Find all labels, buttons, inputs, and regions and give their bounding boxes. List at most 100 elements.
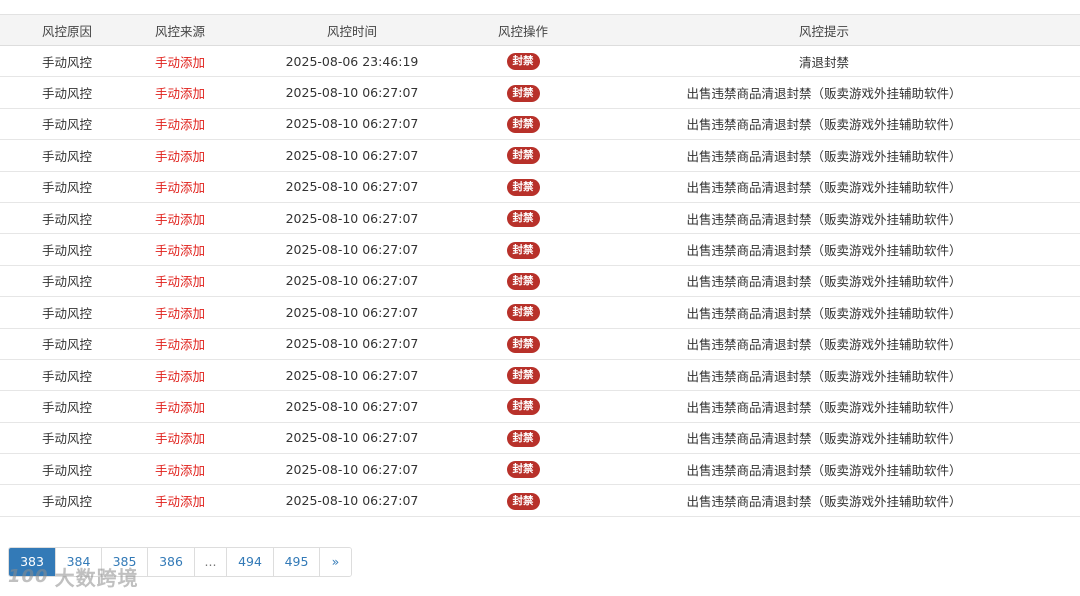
table-row: 手动风控 手动添加 2025-08-10 06:27:07 封禁 出售违禁商品清退封禁（… bbox=[0, 359, 1080, 392]
cell-time: 2025-08-10 06:27:07 bbox=[226, 265, 478, 298]
watermark-text: 大数跨境 bbox=[54, 566, 139, 590]
cell-source: 手动添加 bbox=[134, 265, 226, 298]
pagination-ellipsis: ... bbox=[194, 548, 226, 576]
cell-action: 封禁 bbox=[478, 76, 568, 109]
cell-reason: 手动风控 bbox=[0, 45, 134, 78]
cell-reason: 手动风控 bbox=[0, 233, 134, 266]
cell-hint: 出售违禁商品清退封禁（贩卖游戏外挂辅助软件） bbox=[568, 422, 1080, 455]
cell-reason: 手动风控 bbox=[0, 202, 134, 235]
ban-badge[interactable]: 封禁 bbox=[506, 147, 540, 165]
cell-action: 封禁 bbox=[478, 108, 568, 141]
cell-time: 2025-08-10 06:27:07 bbox=[226, 484, 478, 517]
table-header-row: 风控原因 风控来源 风控时间 风控操作 风控提示 bbox=[0, 14, 1080, 46]
cell-action: 封禁 bbox=[478, 171, 568, 203]
cell-source: 手动添加 bbox=[134, 76, 226, 109]
cell-source: 手动添加 bbox=[134, 390, 226, 423]
cell-time: 2025-08-10 06:27:07 bbox=[226, 453, 478, 486]
ban-badge[interactable]: 封禁 bbox=[506, 178, 540, 196]
cell-time: 2025-08-10 06:27:07 bbox=[226, 390, 478, 423]
header-reason: 风控原因 bbox=[0, 14, 134, 46]
table-row: 手动风控 手动添加 2025-08-06 23:46:19 封禁 清退封禁 bbox=[0, 45, 1080, 78]
cell-action: 封禁 bbox=[478, 45, 568, 78]
table-row: 手动风控 手动添加 2025-08-10 06:27:07 封禁 出售违禁商品清退封禁（… bbox=[0, 233, 1080, 266]
ban-badge[interactable]: 封禁 bbox=[506, 210, 540, 228]
cell-action: 封禁 bbox=[478, 202, 568, 235]
ban-badge[interactable]: 封禁 bbox=[506, 461, 540, 479]
cell-hint: 出售违禁商品清退封禁（贩卖游戏外挂辅助软件） bbox=[568, 108, 1080, 141]
header-time: 风控时间 bbox=[226, 14, 478, 46]
cell-hint: 出售违禁商品清退封禁（贩卖游戏外挂辅助软件） bbox=[568, 265, 1080, 298]
cell-hint: 出售违禁商品清退封禁（贩卖游戏外挂辅助软件） bbox=[568, 484, 1080, 517]
cell-time: 2025-08-10 06:27:07 bbox=[226, 233, 478, 266]
ban-badge[interactable]: 封禁 bbox=[506, 304, 540, 322]
page-button-495[interactable]: 495 bbox=[273, 548, 319, 576]
cell-time: 2025-08-10 06:27:07 bbox=[226, 202, 478, 235]
table-row: 手动风控 手动添加 2025-08-10 06:27:07 封禁 出售违禁商品清退封禁（… bbox=[0, 390, 1080, 423]
cell-source: 手动添加 bbox=[134, 422, 226, 455]
cell-action: 封禁 bbox=[478, 359, 568, 392]
cell-hint: 出售违禁商品清退封禁（贩卖游戏外挂辅助软件） bbox=[568, 390, 1080, 423]
cell-hint: 出售违禁商品清退封禁（贩卖游戏外挂辅助软件） bbox=[568, 453, 1080, 486]
cell-time: 2025-08-10 06:27:07 bbox=[226, 359, 478, 392]
ban-badge[interactable]: 封禁 bbox=[506, 492, 540, 510]
cell-action: 封禁 bbox=[478, 390, 568, 423]
page-button-386[interactable]: 386 bbox=[147, 548, 194, 576]
cell-reason: 手动风控 bbox=[0, 390, 134, 423]
cell-hint: 出售违禁商品清退封禁（贩卖游戏外挂辅助软件） bbox=[568, 233, 1080, 266]
ban-badge[interactable]: 封禁 bbox=[506, 84, 540, 102]
cell-source: 手动添加 bbox=[134, 108, 226, 141]
ban-badge[interactable]: 封禁 bbox=[506, 398, 540, 416]
cell-action: 封禁 bbox=[478, 233, 568, 266]
cell-source: 手动添加 bbox=[134, 171, 226, 203]
ban-badge[interactable]: 封禁 bbox=[506, 53, 540, 71]
table-row: 手动风控 手动添加 2025-08-10 06:27:07 封禁 出售违禁商品清退封禁（… bbox=[0, 108, 1080, 141]
cell-action: 封禁 bbox=[478, 453, 568, 486]
cell-source: 手动添加 bbox=[134, 484, 226, 517]
header-source: 风控来源 bbox=[134, 14, 226, 46]
cell-reason: 手动风控 bbox=[0, 328, 134, 360]
cell-reason: 手动风控 bbox=[0, 484, 134, 517]
table-row: 手动风控 手动添加 2025-08-10 06:27:07 封禁 出售违禁商品清退封禁（… bbox=[0, 171, 1080, 203]
header-action: 风控操作 bbox=[478, 14, 568, 46]
cell-action: 封禁 bbox=[478, 265, 568, 298]
ban-badge[interactable]: 封禁 bbox=[506, 241, 540, 259]
cell-time: 2025-08-10 06:27:07 bbox=[226, 328, 478, 360]
risk-control-table: 风控原因 风控来源 风控时间 风控操作 风控提示 手动风控 手动添加 2025-08… bbox=[0, 14, 1080, 517]
cell-source: 手动添加 bbox=[134, 233, 226, 266]
table-row: 手动风控 手动添加 2025-08-10 06:27:07 封禁 出售违禁商品清退封禁（… bbox=[0, 453, 1080, 486]
cell-reason: 手动风控 bbox=[0, 359, 134, 392]
ban-badge[interactable]: 封禁 bbox=[506, 272, 540, 290]
cell-reason: 手动风控 bbox=[0, 171, 134, 203]
table-row: 手动风控 手动添加 2025-08-10 06:27:07 封禁 出售违禁商品清退封禁（… bbox=[0, 76, 1080, 109]
table-row: 手动风控 手动添加 2025-08-10 06:27:07 封禁 出售违禁商品清退封禁（… bbox=[0, 422, 1080, 455]
table-row: 手动风控 手动添加 2025-08-10 06:27:07 封禁 出售违禁商品清退封禁（… bbox=[0, 328, 1080, 360]
cell-time: 2025-08-10 06:27:07 bbox=[226, 76, 478, 109]
next-page-button[interactable]: » bbox=[319, 548, 351, 576]
ban-badge[interactable]: 封禁 bbox=[506, 367, 540, 385]
page-button-494[interactable]: 494 bbox=[226, 548, 273, 576]
table-body: 手动风控 手动添加 2025-08-06 23:46:19 封禁 清退封禁 手动风控 手动添… bbox=[0, 45, 1080, 517]
table-row: 手动风控 手动添加 2025-08-10 06:27:07 封禁 出售违禁商品清退封禁（… bbox=[0, 202, 1080, 235]
cell-hint: 清退封禁 bbox=[568, 45, 1080, 78]
cell-source: 手动添加 bbox=[134, 359, 226, 392]
table-row: 手动风控 手动添加 2025-08-10 06:27:07 封禁 出售违禁商品清退封禁（… bbox=[0, 296, 1080, 329]
cell-hint: 出售违禁商品清退封禁（贩卖游戏外挂辅助软件） bbox=[568, 328, 1080, 360]
cell-reason: 手动风控 bbox=[0, 422, 134, 455]
cell-action: 封禁 bbox=[478, 422, 568, 455]
cell-hint: 出售违禁商品清退封禁（贩卖游戏外挂辅助软件） bbox=[568, 296, 1080, 329]
ban-badge[interactable]: 封禁 bbox=[506, 335, 540, 353]
cell-reason: 手动风控 bbox=[0, 139, 134, 172]
cell-source: 手动添加 bbox=[134, 139, 226, 172]
watermark-logo: 100 bbox=[8, 566, 49, 587]
cell-source: 手动添加 bbox=[134, 45, 226, 78]
cell-time: 2025-08-10 06:27:07 bbox=[226, 108, 478, 141]
cell-reason: 手动风控 bbox=[0, 453, 134, 486]
table-row: 手动风控 手动添加 2025-08-10 06:27:07 封禁 出售违禁商品清退封禁（… bbox=[0, 265, 1080, 298]
cell-reason: 手动风控 bbox=[0, 76, 134, 109]
cell-hint: 出售违禁商品清退封禁（贩卖游戏外挂辅助软件） bbox=[568, 139, 1080, 172]
ban-badge[interactable]: 封禁 bbox=[506, 429, 540, 447]
cell-action: 封禁 bbox=[478, 139, 568, 172]
cell-time: 2025-08-10 06:27:07 bbox=[226, 171, 478, 203]
ban-badge[interactable]: 封禁 bbox=[506, 115, 540, 133]
table-row: 手动风控 手动添加 2025-08-10 06:27:07 封禁 出售违禁商品清退封禁（… bbox=[0, 484, 1080, 517]
